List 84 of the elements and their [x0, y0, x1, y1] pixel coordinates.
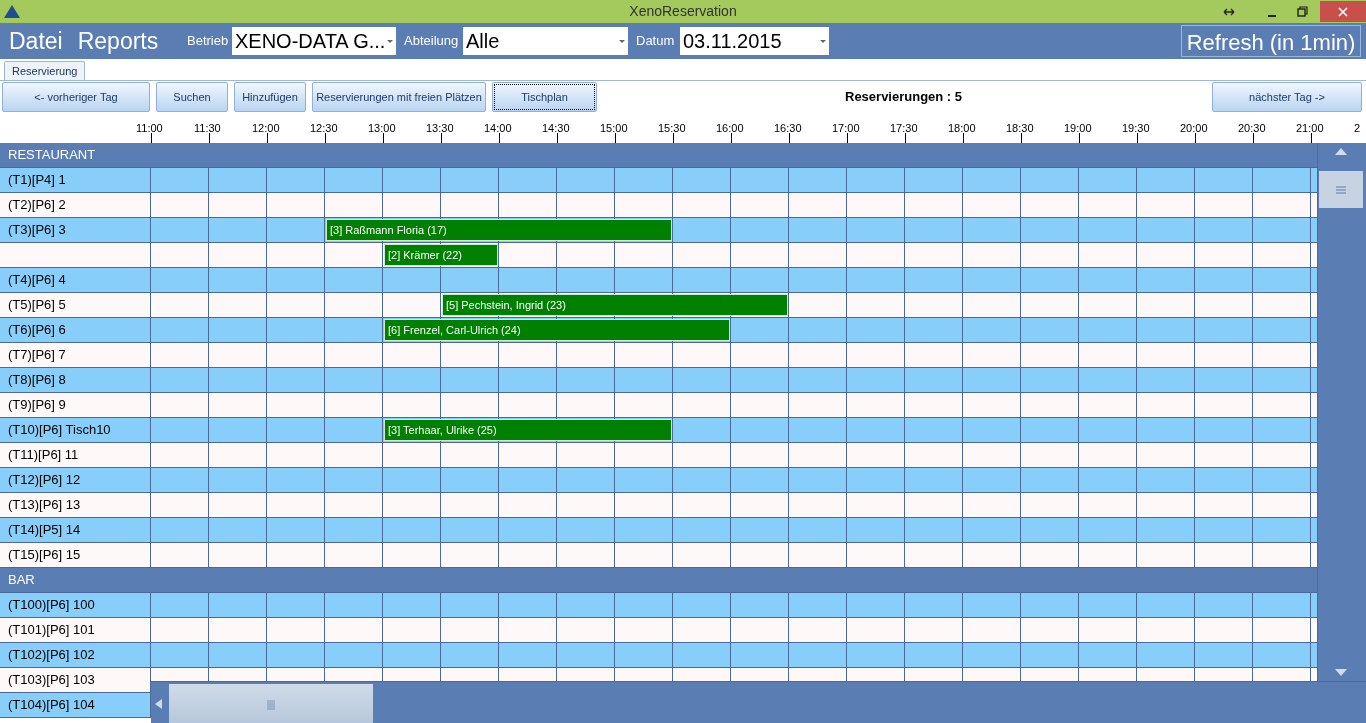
next-day-button[interactable]: nächster Tag ->: [1212, 82, 1362, 112]
toolbar-button[interactable]: Reservierungen mit freien Plätzen: [312, 82, 486, 112]
time-label: 20:00: [1180, 121, 1208, 136]
row-label: (T13)[P6] 13: [0, 493, 151, 518]
scroll-left-icon[interactable]: [155, 699, 162, 709]
time-label: 15:30: [658, 121, 686, 136]
menu-item[interactable]: Datei: [9, 23, 63, 59]
refresh-button[interactable]: Refresh (in 1min): [1181, 25, 1361, 57]
row-label: (T6)[P6] 6: [0, 318, 151, 343]
row-label: (T102)[P6] 102: [0, 643, 151, 668]
row-label: (T15)[P6] 15: [0, 543, 151, 568]
row-label: (T12)[P6] 12: [0, 468, 151, 493]
dropdown[interactable]: 03.11.2015: [680, 27, 829, 55]
row-label: (T1)[P4] 1: [0, 168, 151, 193]
row-label: (T2)[P6] 2: [0, 193, 151, 218]
time-label: 11:30: [194, 121, 221, 136]
time-label: 12:00: [252, 121, 280, 136]
scrollbar-thumb[interactable]: [169, 684, 373, 723]
time-label: 17:30: [890, 121, 918, 136]
row-label: (T14)[P5] 14: [0, 518, 151, 543]
restore-icon[interactable]: [1297, 6, 1308, 17]
row-label: (T4)[P6] 4: [0, 268, 151, 293]
field-label: Betrieb: [187, 32, 230, 51]
time-label: 17:00: [832, 121, 860, 136]
row-label: (T7)[P6] 7: [0, 343, 151, 368]
field-label: Datum: [636, 32, 676, 51]
row-label: (T101)[P6] 101: [0, 618, 151, 643]
reservation-bar[interactable]: [2] Krämer (22): [384, 244, 498, 266]
scroll-down-icon[interactable]: [1335, 669, 1347, 676]
time-label: 19:30: [1122, 121, 1150, 136]
reservation-bar[interactable]: [3] Terhaar, Ulrike (25): [384, 419, 672, 441]
app-logo-icon: [3, 3, 21, 20]
dropdown[interactable]: XENO-DATA G...: [232, 27, 396, 55]
row-label: (T11)[P6] 11: [0, 443, 151, 468]
row-label: (T103)[P6] 103: [0, 668, 151, 693]
toolbar-button[interactable]: Tischplan: [492, 82, 597, 112]
toolbar-button[interactable]: <- vorheriger Tag: [2, 82, 150, 112]
caret-icon: [820, 39, 826, 43]
reservation-bar[interactable]: [6] Frenzel, Carl-Ulrich (24): [384, 319, 730, 341]
close-icon: [1338, 6, 1348, 17]
time-label: 14:30: [542, 121, 570, 136]
time-label: 14:00: [484, 121, 512, 136]
time-label: 21:00: [1296, 121, 1324, 136]
time-label: 18:00: [948, 121, 976, 136]
scroll-up-icon[interactable]: [1335, 148, 1347, 155]
section-header: BAR: [0, 568, 1317, 593]
horizontal-scrollbar[interactable]: [151, 681, 1366, 723]
time-label: 2: [1354, 121, 1361, 136]
row-label: (T3)[P6] 3: [0, 218, 151, 243]
row-label: (T100)[P6] 100: [0, 593, 151, 618]
caret-icon: [387, 39, 393, 43]
reservation-bar[interactable]: [5] Pechstein, Ingrid (23): [442, 294, 788, 316]
row-label: (T8)[P6] 8: [0, 368, 151, 393]
grip-icon: [1336, 185, 1346, 194]
reservation-count: Reservierungen : 5: [845, 88, 963, 107]
time-label: 13:30: [426, 121, 454, 136]
vertical-scrollbar[interactable]: [1317, 143, 1366, 681]
time-label: 16:30: [774, 121, 802, 136]
row-label: (T104)[P6] 104: [0, 693, 151, 718]
caret-icon: [619, 39, 625, 43]
scrollbar-thumb[interactable]: [1319, 171, 1363, 208]
time-label: 12:30: [310, 121, 338, 136]
time-label: 11:00: [136, 121, 163, 136]
toolbar-button[interactable]: Suchen: [156, 82, 228, 112]
time-label: 13:00: [368, 121, 396, 136]
row-label: (T9)[P6] 9: [0, 393, 151, 418]
grip-icon: [267, 699, 275, 710]
time-label: 19:00: [1064, 121, 1092, 136]
field-label: Abteilung: [404, 32, 460, 51]
time-label: 15:00: [600, 121, 628, 136]
time-label: 18:30: [1006, 121, 1034, 136]
time-label: 16:00: [716, 121, 744, 136]
section-header: RESTAURANT: [0, 143, 1317, 168]
menu-item[interactable]: Reports: [77, 23, 159, 59]
toolbar-button[interactable]: Hinzufügen: [234, 82, 306, 112]
time-label: 20:30: [1238, 121, 1266, 136]
window-title: XenoReservation: [628, 2, 738, 21]
dropdown[interactable]: Alle: [463, 27, 628, 55]
resize-icon[interactable]: [1223, 7, 1235, 16]
tab[interactable]: Reservierung: [4, 61, 86, 80]
row-label: (T10)[P6] Tisch10: [0, 418, 151, 443]
close-button[interactable]: [1320, 1, 1366, 22]
reservation-bar[interactable]: [3] Raßmann Floria (17): [326, 219, 672, 241]
row-label: (T5)[P6] 5: [0, 293, 151, 318]
